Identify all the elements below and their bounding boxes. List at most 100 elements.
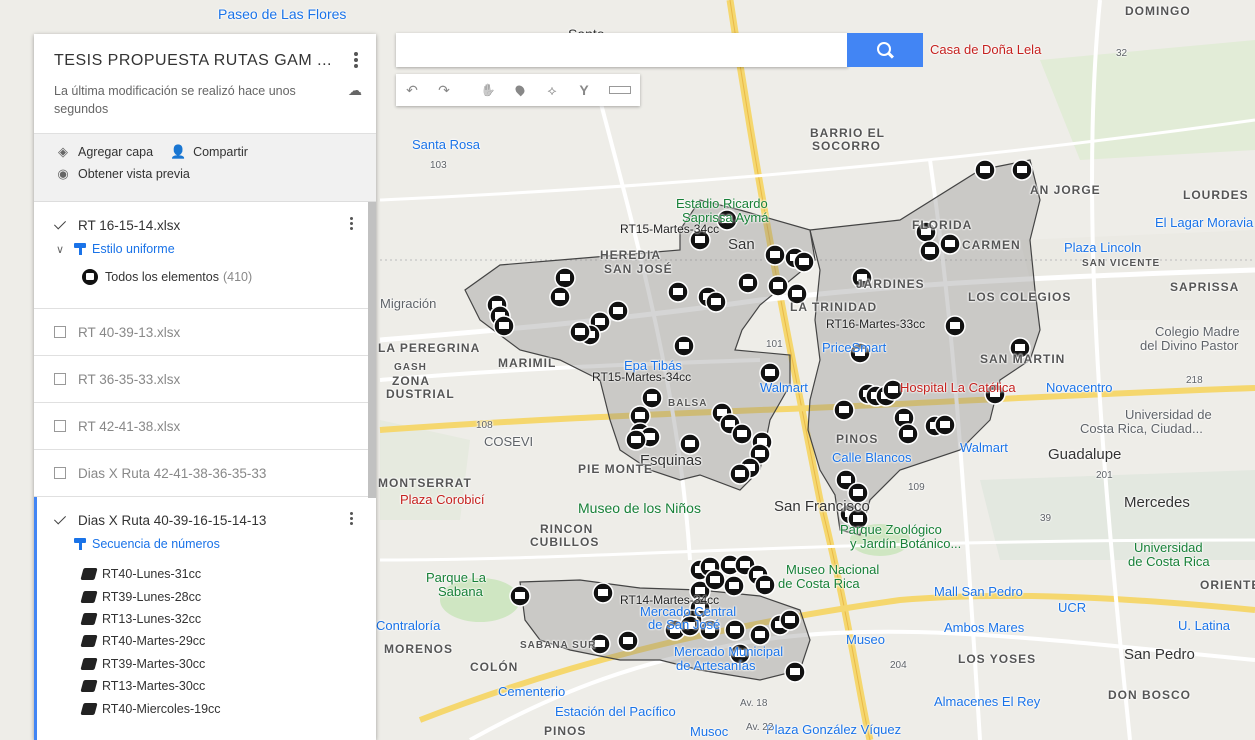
route-line-icon	[80, 657, 98, 670]
draw-line-button[interactable]: ⟡	[536, 74, 568, 106]
map-label-san-martin: SAN MARTIN	[980, 352, 1066, 366]
route-item[interactable]: RT40-Lunes-31cc	[54, 563, 356, 585]
layer-item[interactable]: RT 36-35-33.xlsx	[34, 356, 376, 403]
bus-icon	[705, 563, 715, 570]
route-item[interactable]: RT13-Lunes-32cc	[54, 608, 356, 630]
directions-icon: Y	[579, 82, 589, 98]
undo-button[interactable]: ↶	[396, 74, 428, 106]
layer-name[interactable]: Dias X Ruta 40-39-16-15-14-13	[78, 513, 266, 528]
layer-item[interactable]: RT 40-39-13.xlsx	[34, 309, 376, 356]
bus-icon	[740, 561, 750, 568]
route-item[interactable]: RT39-Martes-30cc	[54, 653, 356, 675]
search-button[interactable]	[847, 33, 923, 67]
map-label-museo-nac-2: de Costa Rica	[778, 576, 860, 591]
bus-icon	[631, 436, 641, 443]
layer-checkbox[interactable]	[54, 219, 66, 231]
map-label-mercado-2: de San José	[648, 617, 721, 632]
road-badge-108: 108	[476, 420, 493, 431]
map-label-mercado-art-1: Mercado Municipal	[674, 644, 784, 659]
layer-options-button[interactable]	[348, 215, 354, 232]
layer-style-label: Estilo uniforme	[92, 242, 175, 256]
route-label: RT40-Martes-29cc	[102, 634, 206, 649]
preview-button[interactable]: ◉ Obtener vista previa	[54, 166, 190, 182]
route-label: RT13-Martes-30cc	[102, 679, 206, 694]
layer-name[interactable]: RT 42-41-38.xlsx	[78, 419, 180, 434]
map-label-industrial: DUSTRIAL	[386, 387, 455, 401]
panel-scrollbar[interactable]	[368, 202, 376, 498]
hand-tool-button[interactable]: ✋	[472, 74, 504, 106]
route-line-icon	[80, 590, 98, 603]
map-label-san: San	[728, 236, 755, 253]
search-input[interactable]	[396, 33, 852, 67]
layer-options-button[interactable]	[348, 510, 354, 527]
paint-roller-icon	[74, 538, 86, 550]
bus-icon	[673, 288, 683, 295]
map-options-button[interactable]	[352, 50, 360, 70]
route-item[interactable]: RT13-Martes-30cc	[54, 675, 356, 697]
layer-name[interactable]: RT 40-39-13.xlsx	[78, 325, 180, 340]
bus-icon	[729, 582, 739, 589]
route-item[interactable]: RT40-Martes-29cc	[54, 630, 356, 652]
map-label-ucr-2: Costa Rica, Ciudad...	[1080, 421, 1203, 436]
map-label-cosevi: COSEVI	[484, 434, 534, 449]
map-label-hospital: Hospital La Católica	[900, 380, 1016, 395]
route-label: RT40-Lunes-31cc	[102, 567, 202, 582]
marker-icon	[513, 83, 527, 97]
layer-style[interactable]: Secuencia de números	[54, 533, 356, 555]
layer-item[interactable]: Dias X Ruta 42-41-38-36-35-33	[34, 450, 376, 497]
route-line-icon	[80, 680, 98, 693]
map-label-zona-gash: GASH	[394, 362, 427, 373]
map-label-calle-blancos: Calle Blancos	[832, 450, 912, 465]
layer-checkbox[interactable]	[54, 467, 66, 479]
map-search-box[interactable]	[396, 33, 852, 67]
layer-checkbox[interactable]	[54, 514, 66, 526]
map-label-ucr: UCR	[1058, 600, 1087, 615]
all-items-row[interactable]: Todos los elementos (410)	[54, 260, 356, 294]
panel-header: TESIS PROPUESTA RUTAS GAM ... La última …	[34, 34, 376, 134]
layer-name[interactable]: Dias X Ruta 42-41-38-36-35-33	[78, 466, 266, 481]
route-item[interactable]: RT40-Miercoles-19cc	[54, 697, 356, 719]
map-title[interactable]: TESIS PROPUESTA RUTAS GAM ...	[54, 52, 356, 70]
layer-checkbox[interactable]	[54, 373, 66, 385]
layer-item-active[interactable]: Dias X Ruta 40-39-16-15-14-13 Secuencia …	[34, 497, 376, 740]
directions-button[interactable]: Y	[568, 74, 600, 106]
map-label-musoc: Musoc	[690, 724, 729, 739]
chevron-down-icon[interactable]: ∨	[56, 243, 74, 256]
layer-checkbox[interactable]	[54, 420, 66, 432]
bus-icon	[711, 298, 721, 305]
map-label-sabana-sur: SABANA SUR	[520, 640, 597, 651]
layer-name[interactable]: RT 16-15-14.xlsx	[78, 218, 180, 233]
layer-name[interactable]: RT 36-35-33.xlsx	[78, 372, 180, 387]
add-layer-button[interactable]: ◈ Agregar capa	[54, 144, 153, 160]
add-marker-button[interactable]	[504, 74, 536, 106]
road-badge-201: 201	[1096, 470, 1113, 481]
map-label-yoses: LOS YOSES	[958, 652, 1037, 666]
map-label-plaza-gv: Plaza González Víquez	[766, 722, 902, 737]
layer-item[interactable]: RT 16-15-14.xlsx ∨ Estilo uniforme Todos…	[34, 202, 376, 309]
route-label: RT13-Lunes-32cc	[102, 611, 202, 626]
layers-list: RT 16-15-14.xlsx ∨ Estilo uniforme Todos…	[34, 202, 376, 740]
add-layer-label: Agregar capa	[78, 145, 154, 159]
share-button[interactable]: 👤 Compartir	[169, 144, 248, 160]
redo-button[interactable]: ↷	[428, 74, 460, 106]
layer-item[interactable]: RT 42-41-38.xlsx	[34, 403, 376, 450]
undo-icon: ↶	[406, 81, 418, 98]
bus-icon	[595, 318, 605, 325]
measure-button[interactable]	[600, 74, 640, 106]
bus-icon	[499, 322, 509, 329]
route-line-icon	[80, 635, 98, 648]
road-badge-103: 103	[430, 160, 447, 171]
map-label-novacentro: Novacentro	[1046, 380, 1113, 395]
paint-roller-icon	[74, 243, 86, 255]
map-label-walmart-2: Walmart	[960, 440, 1008, 455]
active-layer-indicator	[34, 497, 37, 740]
layer-style[interactable]: ∨ Estilo uniforme	[54, 238, 356, 260]
line-icon: ⟡	[547, 81, 557, 98]
map-label-sabana: Sabana	[438, 584, 483, 599]
ruler-icon	[609, 86, 631, 94]
layer-checkbox[interactable]	[54, 326, 66, 338]
map-label-parque-zoo: Parque Zoológico	[840, 522, 942, 537]
route-item[interactable]: RT39-Lunes-28cc	[54, 585, 356, 607]
hand-icon: ✋	[480, 83, 496, 97]
bus-icon	[785, 616, 795, 623]
